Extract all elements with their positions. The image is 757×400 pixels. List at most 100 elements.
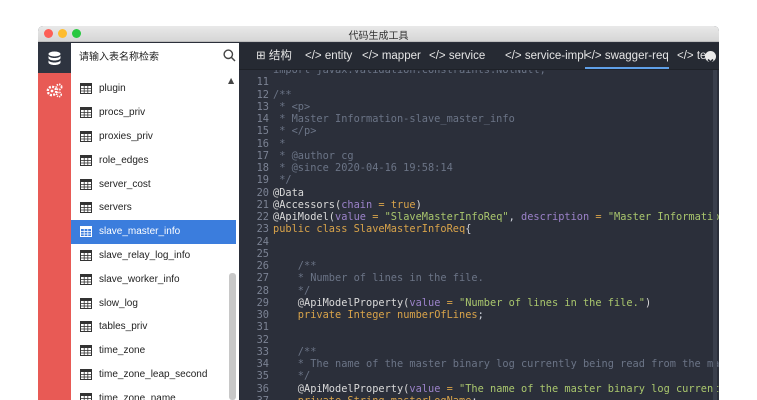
table-icon — [80, 321, 92, 333]
code-line: 29 @ApiModelProperty(value = "Number of … — [239, 296, 652, 309]
code-token: /** — [273, 88, 292, 101]
code-line: 18 * @since 2020-04-16 19:58:14 — [239, 162, 453, 174]
code-token: value — [409, 296, 441, 309]
editor-scrollbar[interactable] — [713, 70, 717, 400]
code-token: { — [465, 223, 472, 236]
code-token: */ — [273, 174, 292, 187]
line-number: 23 — [256, 223, 269, 236]
table-name-label: slave_master_info — [99, 226, 181, 238]
code-line: 33 /** — [239, 346, 317, 358]
tab-6[interactable]: </> te — [677, 43, 707, 69]
settings-nav-button[interactable] — [38, 75, 71, 105]
code-line: 17 * @author cg — [239, 150, 354, 162]
chevron-down-icon — [707, 58, 714, 64]
table-list-item[interactable]: time_zone_name — [71, 386, 236, 400]
code-line: 24 — [239, 236, 273, 248]
table-list-item[interactable]: server_cost — [71, 172, 236, 196]
code-token: = — [366, 211, 385, 223]
code-token: private String — [273, 395, 391, 400]
line-number: 32 — [256, 333, 269, 346]
table-list-item[interactable]: time_zone_leap_second — [71, 363, 236, 387]
table-list-item[interactable]: tables_priv — [71, 315, 236, 339]
gear-icon — [46, 83, 63, 98]
table-list-item[interactable]: slave_master_info — [71, 219, 236, 244]
table-name-label: slave_relay_log_info — [99, 249, 191, 261]
code-token: * — [273, 137, 286, 150]
code-token: ; — [471, 395, 477, 400]
code-token: ) — [644, 296, 652, 309]
table-name-label: server_cost — [99, 178, 151, 190]
code-token: chain — [341, 198, 373, 211]
tab-1[interactable]: </> entity — [305, 43, 355, 69]
table-list-item[interactable]: proxies_priv — [71, 125, 236, 149]
line-number: 25 — [256, 247, 269, 260]
code-token: , — [508, 211, 522, 223]
table-list-item[interactable]: procs_priv — [71, 101, 236, 125]
search-bar — [71, 43, 239, 70]
table-icon — [80, 345, 92, 357]
code-line: 27 * Number of lines in the file. — [239, 272, 484, 284]
code-line: 15 * </p> — [239, 125, 317, 137]
line-number: 16 — [256, 137, 269, 150]
code-token: @ApiModelProperty( — [273, 296, 410, 309]
tab-3[interactable]: </> service — [429, 43, 497, 69]
search-input[interactable] — [79, 50, 219, 64]
table-list-item[interactable]: slave_worker_info — [71, 267, 236, 291]
tab-bar: ⊞ 结构 </> entity </> mapper </> service </> s… — [239, 43, 719, 70]
tab-2[interactable]: </> mapper — [362, 43, 422, 69]
code-line: 12 /** — [239, 89, 292, 101]
database-nav-button[interactable] — [38, 43, 71, 73]
code-token: ) — [415, 198, 422, 211]
code-token: "The name of the master binary log curre… — [459, 382, 719, 395]
table-list-item[interactable]: time_zone — [71, 339, 236, 363]
code-line: 35 */ — [239, 370, 311, 382]
code-line: 36 @ApiModelProperty(value = "The name o… — [239, 383, 719, 395]
code-line: 22 @ApiModel(value = "SlaveMasterInfoReq"… — [239, 211, 719, 223]
table-list-item[interactable]: servers — [71, 196, 236, 220]
table-name-label: servers — [99, 202, 132, 214]
code-token: = — [589, 211, 608, 223]
code-line: 14 * Master Information-slave_master_inf… — [239, 113, 515, 125]
code-line: import javax.validation.constraints.NotN… — [239, 70, 546, 76]
code-line: 19 */ — [239, 174, 292, 186]
code-line: 11 — [239, 76, 273, 88]
line-number: 19 — [256, 174, 269, 187]
code-token: * @author cg — [273, 149, 354, 162]
table-icon — [80, 226, 92, 238]
code-token: */ — [273, 284, 311, 297]
table-list-item[interactable]: plugin — [71, 77, 236, 101]
table-list-item[interactable]: slave_relay_log_info — [71, 244, 236, 268]
line-number: 14 — [256, 113, 269, 125]
sidebar-scrollbar[interactable] — [229, 273, 236, 400]
code-line: 30 private Integer numberOfLines; — [239, 309, 484, 321]
line-number: 24 — [256, 235, 269, 248]
tab-0[interactable]: ⊞ 结构 — [256, 43, 301, 69]
code-token: = — [440, 296, 459, 309]
code-line: 23 public class SlaveMasterInfoReq{ — [239, 223, 472, 236]
table-icon — [80, 297, 92, 309]
table-name-label: procs_priv — [99, 107, 146, 119]
tab-4[interactable]: </> service-impl — [505, 43, 586, 69]
app-window: 代码生成工具 ▲ pluginpro — [38, 26, 719, 400]
table-icon — [80, 273, 92, 285]
code-token: SlaveMasterInfoReq — [353, 223, 466, 236]
code-editor[interactable]: import javax.validation.constraints.NotN… — [239, 70, 719, 400]
code-token: * @since 2020-04-16 19:58:14 — [273, 162, 453, 174]
line-number: 36 — [256, 382, 269, 395]
tabs-overflow-button[interactable] — [705, 51, 716, 64]
table-list-item[interactable]: role_edges — [71, 148, 236, 172]
code-line: 21 @Accessors(chain = true) — [239, 199, 422, 211]
code-token: * The name of the master binary log curr… — [273, 358, 719, 370]
code-token: ; — [477, 309, 484, 321]
table-sidebar: ▲ pluginprocs_privproxies_privrole_edges… — [71, 43, 239, 400]
main-panel: ⊞ 结构 </> entity </> mapper </> service </> s… — [239, 43, 719, 400]
search-icon[interactable] — [223, 49, 236, 62]
code-token: @ApiModel( — [273, 211, 335, 223]
table-icon — [80, 178, 92, 190]
line-number: 28 — [256, 284, 269, 297]
table-name-label: role_edges — [99, 154, 149, 166]
code-line: 20 @Data — [239, 187, 304, 199]
table-icon — [80, 154, 92, 166]
tab-5[interactable]: </> swagger-req — [585, 43, 669, 69]
table-list-item[interactable]: slow_log — [71, 291, 236, 315]
